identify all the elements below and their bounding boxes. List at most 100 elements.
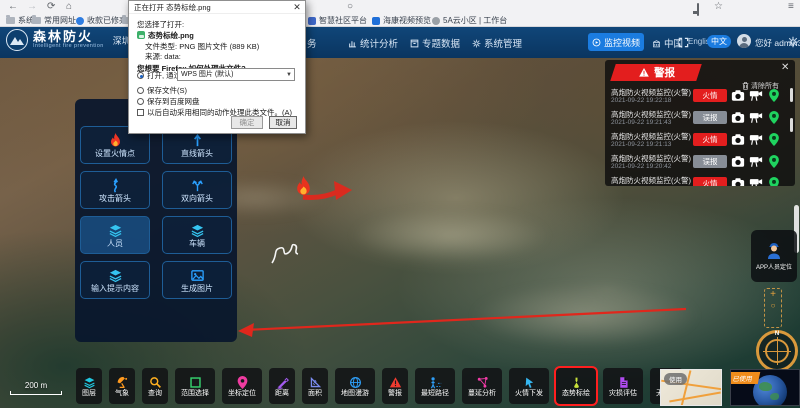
nav-menu-item-thematic-data[interactable]: 专题数据 — [410, 36, 460, 50]
home-icon[interactable]: ⌂ — [66, 0, 72, 14]
app-locator-label: APP人员定位 — [756, 262, 792, 271]
brand-title: 森林防火 — [33, 30, 104, 43]
alert-list-item[interactable]: 高炮防火视频监控(火警) 火情 — [605, 173, 795, 186]
settings-gear-icon[interactable] — [787, 36, 799, 48]
camera-icon[interactable] — [731, 133, 745, 146]
language-zh[interactable]: 中文 — [707, 35, 731, 48]
toolbar-shortest-path[interactable]: 最短路径 — [415, 368, 455, 404]
user-avatar[interactable] — [737, 34, 751, 48]
location-pin-icon[interactable] — [767, 133, 781, 146]
toolbar-layers[interactable]: 图层 — [76, 368, 102, 404]
terrain-town-patch — [470, 283, 700, 348]
menu-label: 系统管理 — [484, 36, 522, 50]
toolbar-fire-dispatch[interactable]: 火情下发 — [509, 368, 549, 404]
toolbar-coordinate-locate[interactable]: 坐标定位 — [222, 368, 262, 404]
reload-icon[interactable]: ⟳ — [47, 0, 55, 14]
toolbar-distance[interactable]: 距离 — [269, 368, 295, 404]
toolbar-damage-assessment[interactable]: 灾损评估 — [603, 368, 643, 404]
toolbar-label: 火情下发 — [515, 390, 543, 398]
toolbar-search[interactable]: 查询 — [142, 368, 168, 404]
radio-selected-icon[interactable] — [137, 72, 144, 79]
tool-personnel[interactable]: 人员 — [80, 216, 150, 254]
nav-menu-item-statistics[interactable]: 统计分析 — [348, 36, 398, 50]
dialog-close-icon[interactable]: ✕ — [289, 1, 305, 14]
bookmark-item[interactable]: 5A云小区 | 工作台 — [432, 14, 507, 27]
menu-icon[interactable]: ≡ — [788, 0, 794, 14]
zoom-slider[interactable]: + ○ — [764, 288, 782, 328]
basemap-3d-tile[interactable]: 已使用 — [730, 369, 800, 406]
monitor-video-button[interactable]: 监控视频 — [588, 33, 644, 51]
toolbar-weather[interactable]: 气象 — [109, 368, 135, 404]
cancel-button[interactable]: 取消 — [269, 116, 297, 129]
alert-list-item[interactable]: 高炮防火视频监控(火警) 2021-09-22 19:22:18 火情 — [605, 85, 795, 107]
bookmark-item[interactable]: 海康视频预览 — [372, 14, 431, 27]
toolbar-situation-plotting[interactable]: 态势标绘 — [556, 368, 596, 404]
zoom-handle[interactable]: ○ — [765, 300, 781, 311]
toolbar-range-select[interactable]: 范围选择 — [175, 368, 215, 404]
toolbar-alert[interactable]: 警报 — [382, 368, 408, 404]
ptz-camera-icon[interactable] — [749, 111, 763, 124]
ptz-camera-icon[interactable] — [749, 89, 763, 102]
nav-menu-item-system-management[interactable]: 系统管理 — [472, 36, 522, 50]
camera-icon[interactable] — [731, 155, 745, 168]
bookmark-star-icon[interactable]: ☆ — [714, 0, 723, 14]
alert-tag-fire[interactable]: 火情 — [693, 177, 727, 186]
nav-menu-item-partial[interactable]: 务 — [307, 36, 317, 50]
app-personnel-locator-button[interactable]: APP人员定位 — [751, 230, 797, 282]
zoom-in-label[interactable]: + — [765, 289, 781, 300]
tool-generate-image[interactable]: 生成图片 — [162, 261, 232, 299]
ptz-camera-icon[interactable] — [749, 177, 763, 186]
layers-icon — [83, 376, 96, 389]
alert-tag-false[interactable]: 误报 — [693, 155, 727, 168]
radio-save-netdisk[interactable]: 保存到百度网盘 — [137, 96, 200, 107]
alert-panel-title: 警报 — [654, 65, 675, 80]
alert-list-item[interactable]: 高炮防火视频监控(火警) 2021-09-22 19:21:43 误报 — [605, 107, 795, 129]
bookmark-item[interactable]: 系统 — [6, 14, 34, 27]
camera-icon[interactable] — [731, 177, 745, 186]
address-shield-icon[interactable]: ○ — [347, 0, 353, 14]
alert-list-item[interactable]: 高炮防火视频监控(火警) 2021-09-22 19:21:13 火情 — [605, 129, 795, 151]
tool-attack-arrow[interactable]: 攻击箭头 — [80, 171, 150, 209]
radio-icon[interactable] — [137, 98, 144, 105]
location-pin-icon[interactable] — [767, 89, 781, 102]
back-icon[interactable]: ← — [8, 0, 18, 14]
ptz-camera-icon[interactable] — [749, 155, 763, 168]
map-toolbar: 图层 气象 查询 范围选择 坐标定位 距离 面积 地图漫游 — [76, 368, 683, 404]
scrollbar-thumb[interactable] — [790, 88, 793, 102]
alert-tag-fire[interactable]: 火情 — [693, 133, 727, 146]
radio-netdisk-label: 保存到百度网盘 — [147, 97, 200, 106]
fire-marker-icon[interactable] — [295, 176, 312, 197]
camera-icon[interactable] — [731, 89, 745, 102]
toolbar-spread-analysis[interactable]: 蔓延分析 — [462, 368, 502, 404]
alert-tag-fire[interactable]: 火情 — [693, 89, 727, 102]
alert-tag-false[interactable]: 误报 — [693, 111, 727, 124]
camera-icon[interactable] — [731, 111, 745, 124]
open-with-select[interactable]: WPS 图片 (默认) ▼ — [177, 68, 295, 81]
tool-double-arrow[interactable]: 双向箭头 — [162, 171, 232, 209]
tool-label: 输入提示内容 — [91, 285, 139, 293]
browser-nav-row: ← → ⟳ ⌂ ○ ☆ ≡ — [0, 0, 800, 14]
bookmark-item[interactable]: 智慧社区平台 — [308, 14, 367, 27]
radio-icon[interactable] — [137, 87, 144, 94]
forward-icon[interactable]: → — [27, 0, 37, 14]
compass-control[interactable]: N — [756, 330, 798, 372]
location-pin-icon[interactable] — [767, 177, 781, 186]
location-pin-icon[interactable] — [767, 111, 781, 124]
ptz-camera-icon[interactable] — [749, 133, 763, 146]
alert-list-item[interactable]: 高炮防火视频监控(火警) 2021-09-22 19:20:42 误报 — [605, 151, 795, 173]
basemap-2d-tile[interactable]: 使用 — [660, 369, 722, 406]
checkbox-icon[interactable] — [137, 109, 144, 116]
flask-icon — [570, 376, 583, 389]
tool-vehicle[interactable]: 车辆 — [162, 216, 232, 254]
bar-chart-icon — [348, 39, 357, 48]
toolbar-map-roam[interactable]: 地图漫游 — [335, 368, 375, 404]
toolbar-area[interactable]: 面积 — [302, 368, 328, 404]
browser-chrome: ← → ⟳ ⌂ ○ ☆ ≡ 系统 常用网址 收款已修亮-神画 智慧社区平台 海康… — [0, 0, 800, 27]
ok-button[interactable]: 确定 — [231, 116, 263, 129]
scrollbar-thumb[interactable] — [790, 118, 793, 132]
bookmark-item[interactable]: 常用网址 — [32, 14, 76, 27]
location-pin-icon[interactable] — [767, 155, 781, 168]
tool-input-hint-text[interactable]: 输入提示内容 — [80, 261, 150, 299]
close-icon[interactable]: ✕ — [781, 62, 789, 73]
radio-save-file[interactable]: 保存文件(S) — [137, 85, 187, 96]
